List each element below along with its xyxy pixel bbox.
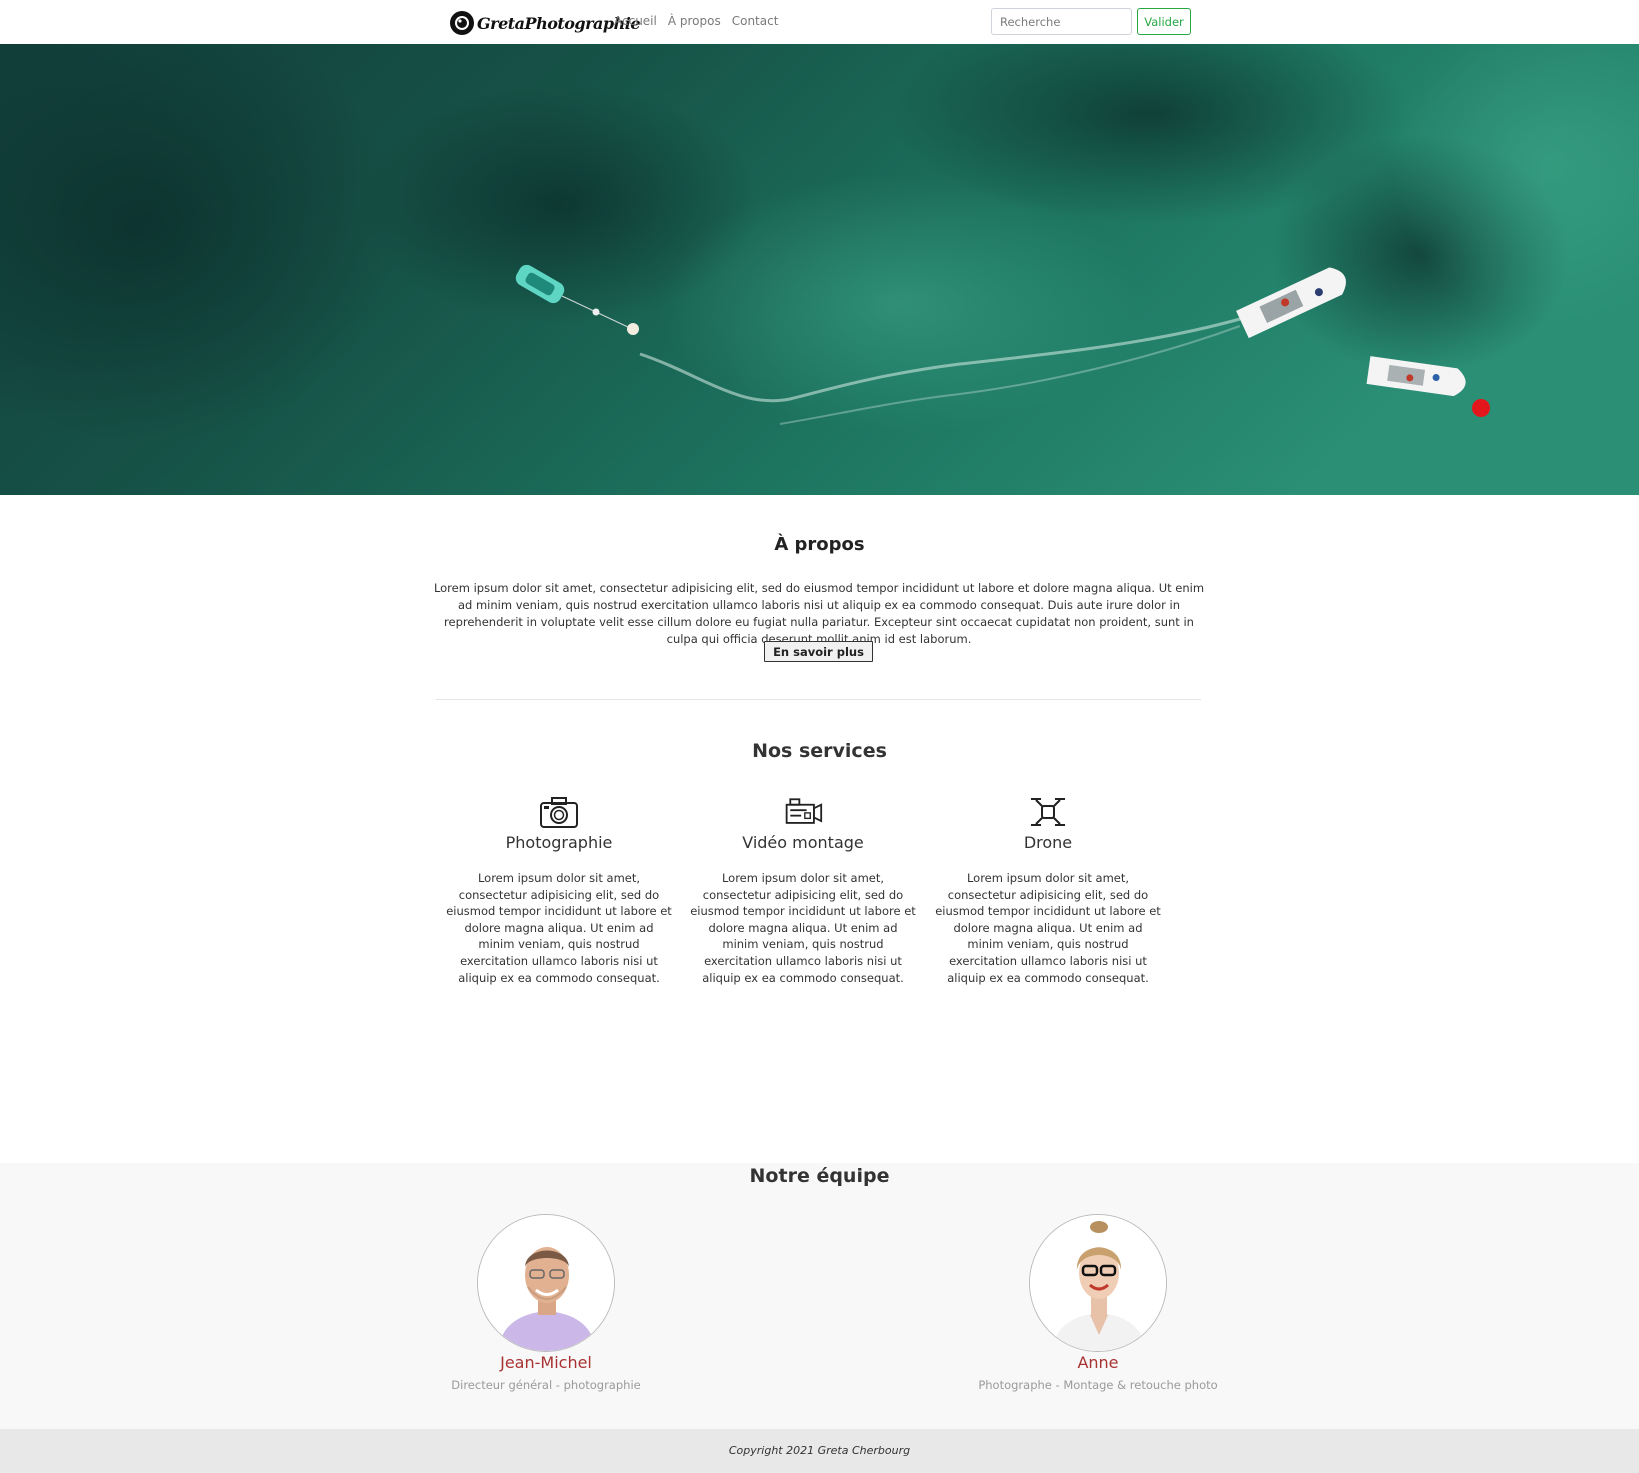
learn-more-button[interactable]: En savoir plus <box>764 641 873 662</box>
section-divider <box>436 699 1201 700</box>
page: GretaPhotographie Accueil À propos Conta… <box>0 0 1639 1473</box>
copyright-text: Copyright 2021 Greta Cherbourg <box>728 1444 911 1457</box>
footer: Copyright 2021 Greta Cherbourg <box>0 1429 1639 1473</box>
avatar <box>1029 1214 1167 1352</box>
service-card-drone: Drone Lorem ipsum dolor sit amet, consec… <box>933 795 1163 986</box>
search-input[interactable] <box>991 8 1132 35</box>
member-name: Jean-Michel <box>500 1353 592 1372</box>
hero-image <box>0 44 1639 495</box>
service-text: Lorem ipsum dolor sit amet, consectetur … <box>690 871 916 985</box>
services-title: Nos services <box>752 740 887 762</box>
member-role: Directeur général - photographie <box>451 1378 641 1392</box>
about-text: Lorem ipsum dolor sit amet, consectetur … <box>433 581 1205 646</box>
nav-link-accueil[interactable]: Accueil <box>614 14 657 28</box>
aerial-sea-boats-photo <box>0 44 1639 495</box>
team-title: Notre équipe <box>749 1165 890 1187</box>
drone-icon <box>1031 798 1065 826</box>
team-member-jean-michel: Jean-Michel Directeur général - photogra… <box>416 1214 676 1392</box>
member-name: Anne <box>1077 1353 1119 1372</box>
service-card-photographie: Photographie Lorem ipsum dolor sit amet,… <box>444 795 674 986</box>
service-text: Lorem ipsum dolor sit amet, consectetur … <box>935 871 1161 985</box>
team-member-anne: Anne Photographe - Montage & retouche ph… <box>968 1214 1228 1392</box>
service-text: Lorem ipsum dolor sit amet, consectetur … <box>446 871 672 985</box>
brand-link[interactable]: GretaPhotographie <box>449 10 641 36</box>
camera-lens-logo-icon <box>450 11 474 35</box>
video-camera-icon <box>785 798 823 824</box>
nav-link-contact[interactable]: Contact <box>732 14 779 28</box>
service-card-video-montage: Vidéo montage Lorem ipsum dolor sit amet… <box>688 795 918 986</box>
navbar: GretaPhotographie Accueil À propos Conta… <box>0 0 1639 44</box>
team-section: Notre équipe Jean-Michel Directeur génér… <box>0 1163 1639 1429</box>
avatar <box>477 1214 615 1352</box>
camera-icon <box>540 797 578 828</box>
search-submit-button[interactable]: Valider <box>1137 8 1191 35</box>
member-role: Photographe - Montage & retouche photo <box>978 1378 1218 1392</box>
service-name: Vidéo montage <box>742 833 864 852</box>
service-name: Drone <box>1023 833 1073 852</box>
about-title: À propos <box>774 534 865 555</box>
nav-links: Accueil À propos Contact <box>614 14 778 28</box>
nav-link-a-propos[interactable]: À propos <box>668 14 721 28</box>
service-name: Photographie <box>505 833 613 852</box>
